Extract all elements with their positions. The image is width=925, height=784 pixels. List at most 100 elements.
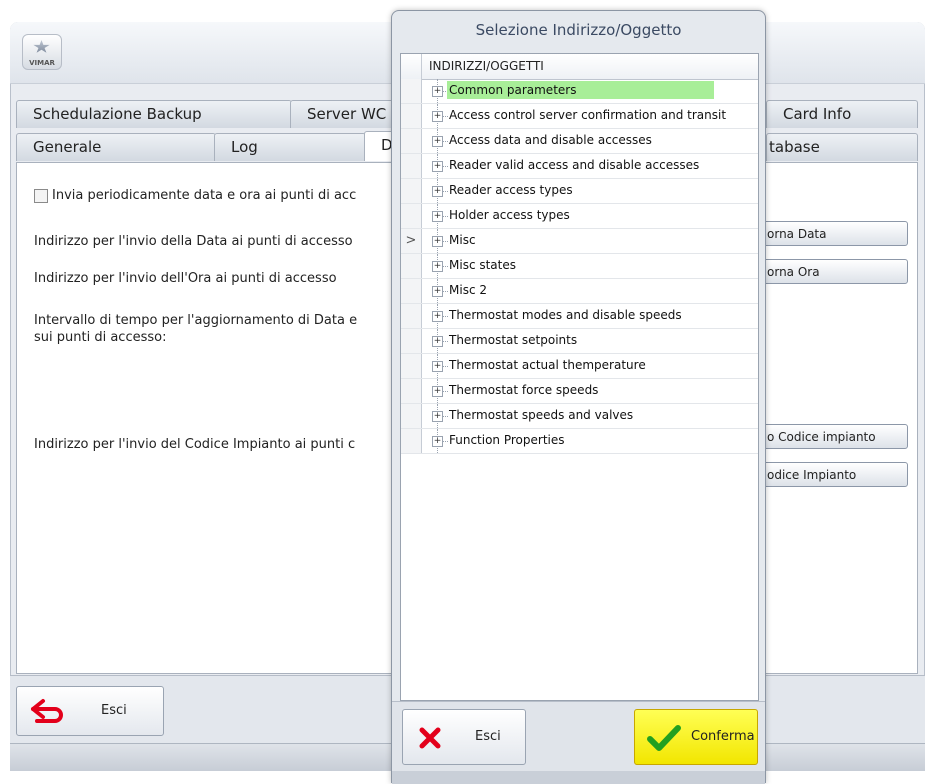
tree-item[interactable]: + Function Properties <box>401 429 758 454</box>
tab-database[interactable]: tabase <box>766 133 918 161</box>
row-selector[interactable] <box>401 329 422 353</box>
expand-icon[interactable]: + <box>432 261 443 272</box>
expand-icon[interactable]: + <box>432 111 443 122</box>
row-selector[interactable] <box>401 379 422 403</box>
vimar-logo: VIMAR <box>22 34 62 70</box>
tree-item[interactable]: + Holder access types <box>401 204 758 229</box>
tree-connector <box>443 316 448 317</box>
tree-item-label: Reader valid access and disable accesses <box>449 158 700 172</box>
logo-text: VIMAR <box>29 59 55 67</box>
code-button-2[interactable]: odice Impianto <box>762 462 908 487</box>
expand-icon[interactable]: + <box>432 186 443 197</box>
tree-connector <box>443 141 448 142</box>
tree-item-label: Common parameters <box>447 81 714 99</box>
dialog-conferma-label: Conferma <box>691 729 755 744</box>
expand-icon[interactable]: + <box>432 361 443 372</box>
header-corner <box>401 54 422 79</box>
row-selector[interactable] <box>401 254 422 278</box>
star-icon <box>33 40 50 53</box>
tree-connector <box>443 116 448 117</box>
expand-icon[interactable]: + <box>432 211 443 222</box>
tree-item-label: Thermostat modes and disable speeds <box>449 308 682 322</box>
dialog-esci-button[interactable]: Esci <box>402 709 526 765</box>
row-selector[interactable]: > <box>401 229 422 253</box>
expand-icon[interactable]: + <box>432 236 443 247</box>
tree-item[interactable]: + Reader valid access and disable accesse… <box>401 154 758 179</box>
tree-item-label: Misc states <box>449 258 517 272</box>
tree-connector <box>443 416 448 417</box>
tree-item-label: Thermostat setpoints <box>449 333 578 347</box>
tree-item[interactable]: + Thermostat actual themperature <box>401 354 758 379</box>
tree-item[interactable]: + Reader access types <box>401 179 758 204</box>
tree-connector <box>443 391 448 392</box>
row-selector[interactable] <box>401 204 422 228</box>
tree-item[interactable]: + Thermostat speeds and valves <box>401 404 758 429</box>
tab-schedulazione-backup[interactable]: Schedulazione Backup <box>16 100 292 128</box>
tree-item-label: Access control server confirmation and t… <box>449 108 727 122</box>
tree-connector <box>443 241 448 242</box>
expand-icon[interactable]: + <box>432 411 443 422</box>
expand-icon[interactable]: + <box>432 311 443 322</box>
tree-item-label: Holder access types <box>449 208 570 222</box>
tree-item[interactable]: + Misc 2 <box>401 279 758 304</box>
tree-header: INDIRIZZI/OGGETTI <box>401 54 758 80</box>
row-selector[interactable] <box>401 179 422 203</box>
expand-icon[interactable]: + <box>432 286 443 297</box>
row-selector[interactable] <box>401 429 422 453</box>
expand-icon[interactable]: + <box>432 136 443 147</box>
tab-log[interactable]: Log <box>214 133 366 161</box>
row-selector[interactable] <box>401 129 422 153</box>
time-address-label: Indirizzo per l'invio dell'Ora ai punti … <box>34 271 337 286</box>
row-selector[interactable] <box>401 404 422 428</box>
dialog-conferma-button[interactable]: Conferma <box>634 709 758 765</box>
tree-item-label: Thermostat force speeds <box>449 383 599 397</box>
column-header[interactable]: INDIRIZZI/OGGETTI <box>429 59 544 73</box>
expand-icon[interactable]: + <box>432 386 443 397</box>
row-selector[interactable] <box>401 104 422 128</box>
dialog-esci-label: Esci <box>475 729 501 744</box>
tree-item-label: Misc 2 <box>449 283 487 297</box>
tree-item-label: Reader access types <box>449 183 573 197</box>
expand-icon[interactable]: + <box>432 86 443 97</box>
expand-icon[interactable]: + <box>432 161 443 172</box>
update-date-button[interactable]: orna Data <box>762 221 908 246</box>
row-selector[interactable] <box>401 354 422 378</box>
exit-label: Esci <box>101 703 127 718</box>
tab-server-wc[interactable]: Server WC <box>290 100 400 128</box>
update-time-button[interactable]: orna Ora <box>762 259 908 284</box>
expand-icon[interactable]: + <box>432 336 443 347</box>
tree-item[interactable]: + Thermostat setpoints <box>401 329 758 354</box>
row-selector[interactable] <box>401 304 422 328</box>
tree-connector <box>443 166 448 167</box>
row-selector[interactable] <box>401 154 422 178</box>
close-icon <box>419 727 441 749</box>
tree-item-label: Thermostat actual themperature <box>449 358 646 372</box>
row-selector[interactable] <box>401 79 422 103</box>
tree-item[interactable]: > + Misc <box>401 229 758 254</box>
tree-item-label: Thermostat speeds and valves <box>449 408 634 422</box>
exit-arrow-icon <box>31 699 63 723</box>
expand-icon[interactable]: + <box>432 436 443 447</box>
tree-item[interactable]: + Access control server confirmation and … <box>401 104 758 129</box>
periodic-sync-checkbox[interactable] <box>34 189 48 203</box>
tree-connector <box>443 291 448 292</box>
address-selection-dialog: Selezione Indirizzo/Oggetto INDIRIZZI/OG… <box>391 10 766 784</box>
exit-button[interactable]: Esci <box>16 686 164 736</box>
tree-item[interactable]: + Common parameters <box>401 79 758 104</box>
tree-item[interactable]: + Thermostat force speeds <box>401 379 758 404</box>
dialog-status-bar <box>392 771 765 784</box>
interval-label: Intervallo di tempo per l'aggiornamento … <box>34 313 358 328</box>
tree-item[interactable]: + Access data and disable accesses <box>401 129 758 154</box>
tab-generale[interactable]: Generale <box>16 133 216 161</box>
tree-connector <box>443 441 448 442</box>
tree-connector <box>443 191 448 192</box>
tree-item-label: Function Properties <box>449 433 565 447</box>
interval-label-line2: sui punti di accesso: <box>34 330 167 345</box>
tree-item[interactable]: + Thermostat modes and disable speeds <box>401 304 758 329</box>
periodic-sync-label: Invia periodicamente data e ora ai punti… <box>52 188 357 203</box>
checkmark-icon <box>647 725 681 751</box>
row-selector[interactable] <box>401 279 422 303</box>
code-button-1[interactable]: o Codice impianto <box>762 424 908 449</box>
tab-card-info[interactable]: Card Info <box>766 100 918 128</box>
tree-item[interactable]: + Misc states <box>401 254 758 279</box>
